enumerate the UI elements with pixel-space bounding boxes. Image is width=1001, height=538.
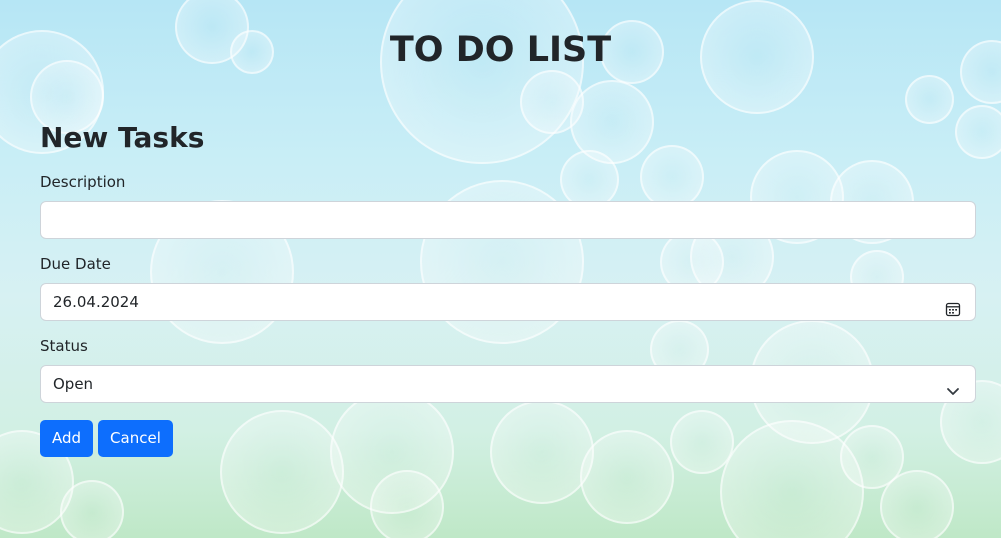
due-date-value: 26.04.2024 xyxy=(53,293,139,311)
status-field-group: Status Open xyxy=(40,336,976,403)
section-title: New Tasks xyxy=(40,121,205,154)
new-task-form: New Tasks Description Due Date 26.04.202… xyxy=(40,118,976,457)
chevron-down-icon xyxy=(945,376,961,395)
form-actions: Add Cancel xyxy=(40,420,976,457)
calendar-icon[interactable] xyxy=(945,294,961,317)
due-date-label: Due Date xyxy=(40,255,111,273)
status-label: Status xyxy=(40,337,88,355)
due-date-input[interactable]: 26.04.2024 xyxy=(40,283,976,321)
status-select[interactable]: Open xyxy=(40,365,976,403)
description-label: Description xyxy=(40,173,126,191)
add-button[interactable]: Add xyxy=(40,420,94,457)
page-title: TO DO LIST xyxy=(389,30,612,70)
cancel-button[interactable]: Cancel xyxy=(98,420,173,457)
status-selected-value: Open xyxy=(53,375,94,393)
description-input[interactable] xyxy=(40,201,976,239)
description-field-group: Description xyxy=(40,172,976,239)
due-date-field-group: Due Date 26.04.2024 xyxy=(40,254,976,321)
